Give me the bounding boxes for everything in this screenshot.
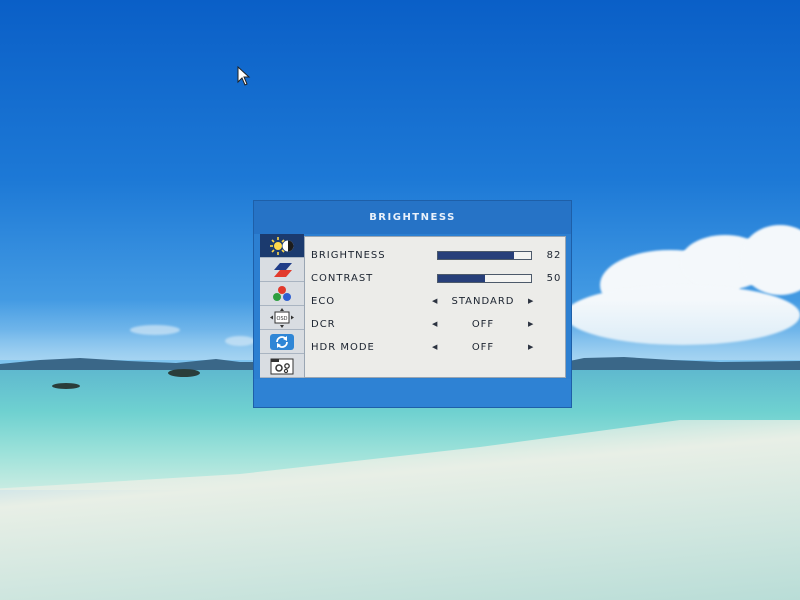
rock — [168, 369, 200, 377]
osd-position-icon: OSD — [270, 307, 294, 328]
arrow-right-icon[interactable]: ▶ — [528, 343, 534, 351]
arrow-left-icon[interactable]: ◀ — [432, 343, 438, 351]
arrow-left-icon[interactable]: ◀ — [432, 297, 438, 305]
brightness-slider-fill — [438, 251, 515, 259]
eco-row[interactable]: ECO ◀ STANDARD ▶ — [305, 291, 567, 311]
osd-footer — [254, 379, 571, 407]
osd-title: BRIGHTNESS — [254, 201, 571, 234]
osd-settings-panel: BRIGHTNESS 82 CONTRAST 50 ECO ◀ STANDARD… — [304, 236, 566, 378]
dcr-value: OFF — [471, 318, 495, 330]
hdr-mode-value: OFF — [471, 341, 495, 353]
color-rgb-tab[interactable] — [260, 282, 304, 306]
monitor-osd-menu: BRIGHTNESS OSD BRIGHTNESS 82 CONTRAST 50… — [253, 200, 572, 408]
brightness-slider[interactable] — [437, 250, 532, 260]
osd-category-tabs: OSD — [260, 234, 304, 378]
dcr-label: DCR — [311, 318, 336, 330]
color-image-icon — [274, 262, 292, 277]
color-image-tab[interactable] — [260, 258, 304, 282]
brightness-label: BRIGHTNESS — [311, 249, 386, 261]
contrast-row[interactable]: CONTRAST 50 — [305, 268, 567, 288]
brightness-value: 82 — [546, 249, 562, 261]
reset-tab[interactable] — [260, 330, 304, 354]
settings-tab[interactable] — [260, 354, 304, 378]
hdr-mode-label: HDR MODE — [311, 341, 375, 353]
mouse-cursor-icon — [237, 66, 251, 86]
arrow-right-icon[interactable]: ▶ — [528, 320, 534, 328]
svg-text:OSD: OSD — [277, 316, 288, 322]
eco-label: ECO — [311, 295, 336, 307]
contrast-slider[interactable] — [437, 273, 532, 283]
rock — [52, 383, 80, 389]
arrow-left-icon[interactable]: ◀ — [432, 320, 438, 328]
dcr-row[interactable]: DCR ◀ OFF ▶ — [305, 314, 567, 334]
contrast-value: 50 — [546, 272, 562, 284]
hdr-mode-row[interactable]: HDR MODE ◀ OFF ▶ — [305, 337, 567, 357]
brightness-row[interactable]: BRIGHTNESS 82 — [305, 245, 567, 265]
brightness-tab[interactable] — [260, 234, 304, 258]
color-rgb-icon — [273, 285, 291, 301]
brightness-icon — [270, 236, 294, 255]
arrow-right-icon[interactable]: ▶ — [528, 297, 534, 305]
contrast-label: CONTRAST — [311, 272, 374, 284]
osd-position-tab[interactable]: OSD — [260, 306, 304, 330]
reset-icon — [270, 333, 294, 350]
contrast-slider-fill — [438, 274, 485, 282]
settings-icon — [270, 358, 294, 374]
eco-value: STANDARD — [451, 295, 515, 307]
